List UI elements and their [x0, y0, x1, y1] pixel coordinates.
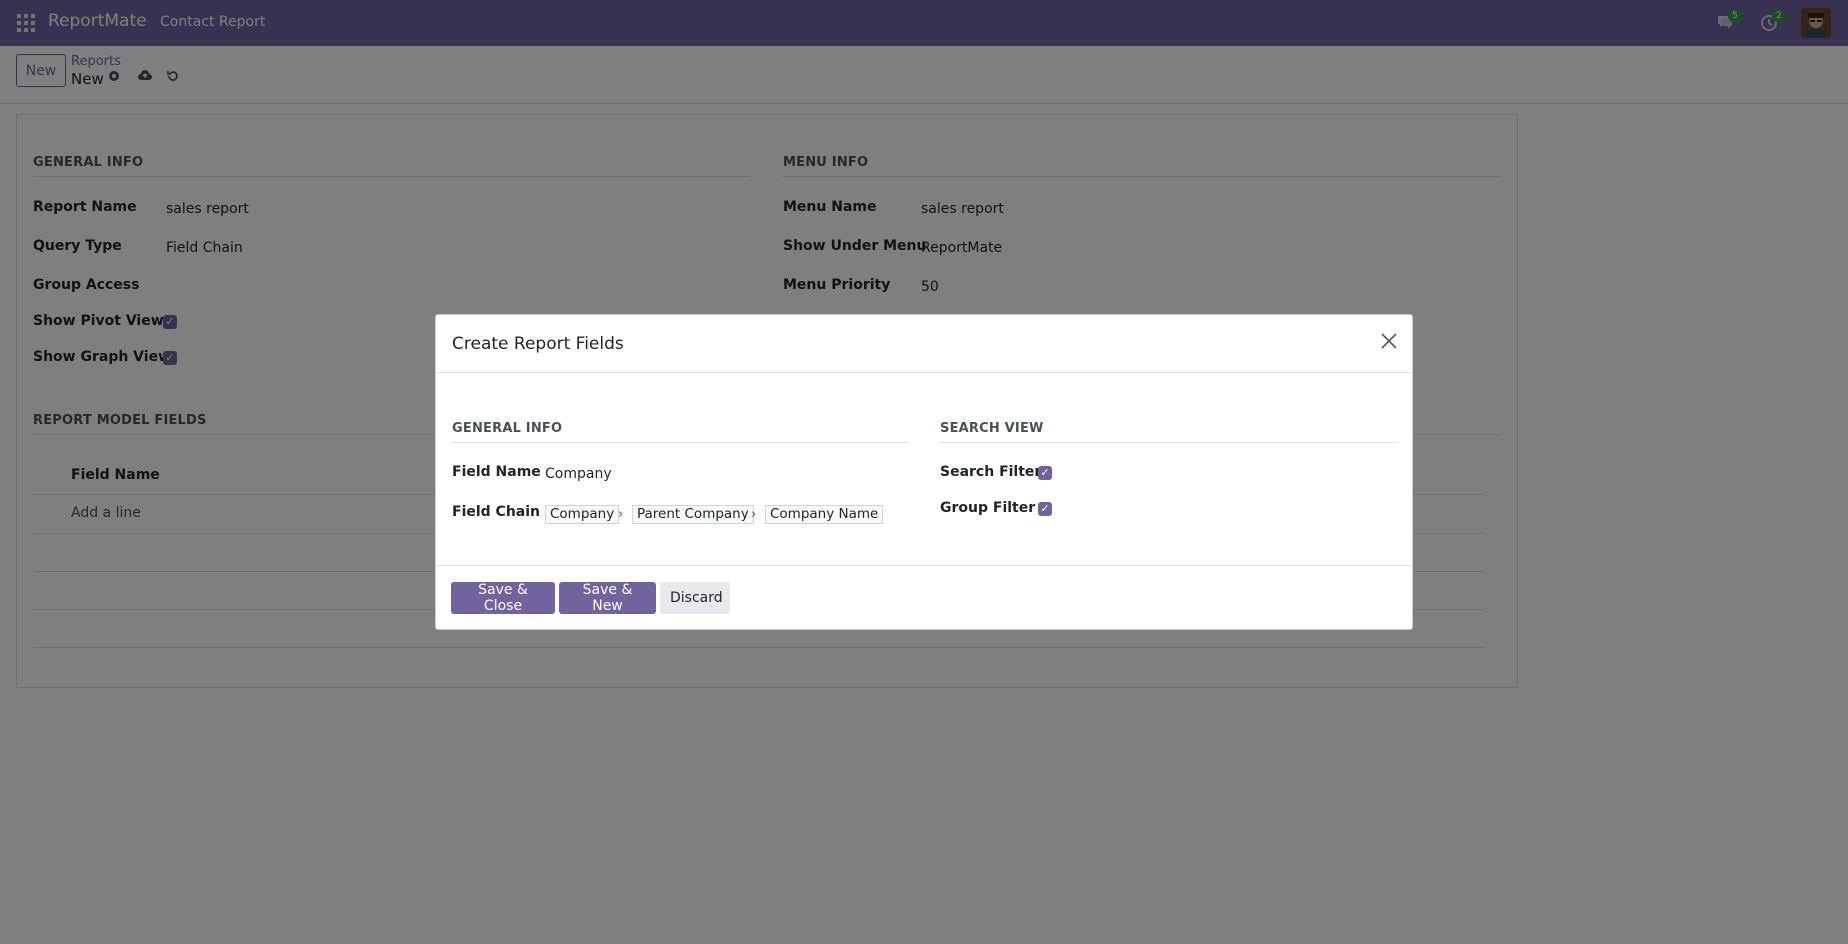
close-icon[interactable]: [1378, 331, 1400, 353]
search-filter-label: Search Filter: [940, 464, 1042, 480]
group-filter-label: Group Filter: [940, 500, 1036, 516]
chain-tag-company[interactable]: Company: [545, 505, 620, 524]
chevron-right-icon: ›: [618, 507, 624, 522]
modal-general-info-heading: GENERAL INFO: [452, 421, 908, 443]
search-filter-checkbox[interactable]: ✓: [1038, 466, 1052, 480]
modal-search-view-heading: SEARCH VIEW: [940, 421, 1398, 443]
chain-tag-company-name[interactable]: Company Name: [765, 505, 884, 524]
field-name-label: Field Name: [452, 464, 541, 480]
field-name-input[interactable]: Company: [545, 466, 612, 482]
modal-footer: Save & Close Save & New Discard: [436, 565, 1412, 631]
group-filter-checkbox[interactable]: ✓: [1038, 502, 1052, 516]
field-chain-label: Field Chain: [452, 504, 541, 520]
create-report-fields-dialog: Create Report Fields GENERAL INFO SEARCH…: [435, 314, 1413, 630]
modal-title: Create Report Fields: [452, 334, 624, 354]
save-new-button[interactable]: Save & New: [559, 582, 656, 614]
save-close-button[interactable]: Save & Close: [451, 582, 555, 614]
modal-header: Create Report Fields: [436, 315, 1412, 373]
discard-button[interactable]: Discard: [660, 582, 730, 614]
chevron-right-icon: ›: [751, 507, 757, 522]
chain-tag-parent-company[interactable]: Parent Company: [632, 505, 754, 524]
